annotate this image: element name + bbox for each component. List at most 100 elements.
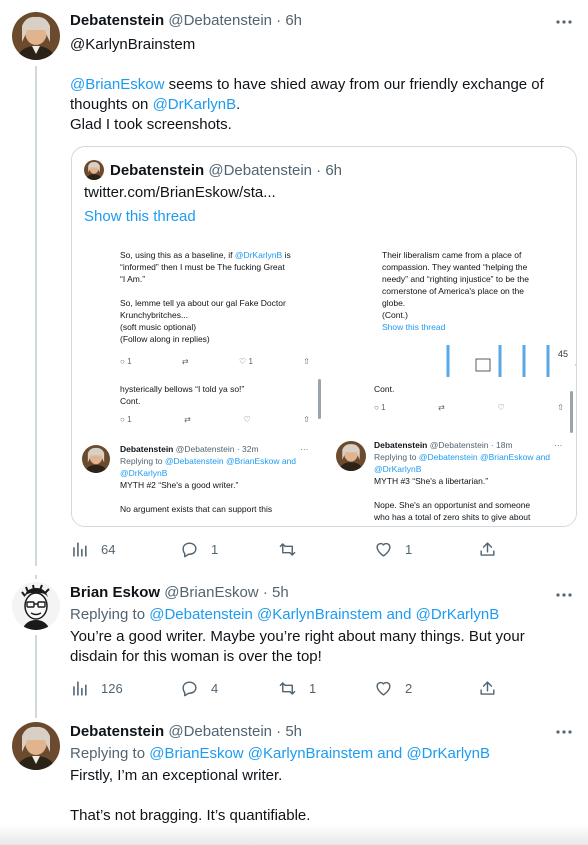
separator: · (316, 161, 322, 179)
author-handle[interactable]: @Debatenstein (168, 12, 272, 29)
tweet-debatenstein-2[interactable]: Debatenstein @Debatenstein · 5h Replying… (0, 710, 588, 845)
scrollbar[interactable] (318, 379, 321, 419)
reply-button[interactable]: 4 (180, 679, 218, 698)
author-handle[interactable]: @BrianEskow (164, 584, 258, 601)
views-button[interactable]: 64 (70, 540, 115, 559)
text-line: (Follow along in replies) (120, 334, 210, 344)
thread-line (35, 635, 37, 715)
mini-retweet-icon: ⇄ (181, 357, 189, 366)
mention-link[interactable]: @KarlynBrainstem (70, 35, 578, 55)
mini-retweet-icon: ⇄ (438, 403, 445, 412)
avatar-debatenstein[interactable] (12, 722, 60, 770)
text-span: is (282, 250, 291, 260)
avatar-brian-eskow[interactable] (12, 582, 60, 630)
screenshot-right-top[interactable]: Their liberalism came from a place of co… (326, 237, 576, 377)
reply-mentions[interactable]: @BrianEskow @KarlynBrainstem and @DrKarl… (149, 745, 490, 762)
more-icon[interactable] (554, 722, 574, 742)
replying-label: Replying to (70, 745, 150, 762)
quoted-tweet[interactable]: Debatenstein @Debatenstein · 6h twitter.… (71, 146, 577, 527)
bottom-fade (0, 825, 588, 845)
mini-actions: ○ 1 ⇄ ♡ 1 ⇧ (120, 357, 310, 366)
author-name[interactable]: Debatenstein (70, 723, 164, 740)
like-count: 2 (405, 681, 413, 696)
timestamp[interactable]: 5h (285, 723, 302, 740)
share-icon (480, 542, 495, 556)
retweet-icon (279, 682, 296, 695)
share-button[interactable] (478, 540, 497, 559)
text-line: No argument exists that can support this (120, 504, 273, 514)
text-line: MYTH #3 “She's a libertarian.” (374, 476, 489, 486)
tweet-header: Debatenstein @Debatenstein · 6h (70, 11, 578, 31)
thread-line (35, 66, 37, 566)
tweet-text: @BrianEskow seems to have shied away fro… (70, 75, 578, 115)
quoted-url[interactable]: twitter.com/BrianEskow/sta... (84, 183, 276, 203)
reply-count: 1 (211, 542, 219, 557)
views-count: 64 (101, 542, 116, 557)
mini-like-icon: ♡ (243, 415, 251, 424)
mini-retweet-icon: ⇄ (184, 415, 191, 424)
mention-link[interactable]: @BrianEskow (70, 76, 164, 93)
avatar-debatenstein[interactable] (12, 12, 60, 60)
screenshot-right-bottom[interactable]: Debatenstein @Debatenstein · 18m Replyin… (326, 433, 576, 526)
text-line: hysterically bellows “I told ya so!” (120, 384, 245, 394)
timestamp[interactable]: 5h (272, 584, 289, 601)
like-button[interactable]: 1 (374, 540, 412, 559)
timestamp[interactable]: 6h (285, 12, 302, 29)
retweet-button[interactable] (278, 540, 309, 559)
comic-image: 45 (446, 345, 576, 377)
tweet-actions: 64 1 1 (70, 540, 500, 560)
screenshot-grid[interactable]: So, using this as a baseline, if @DrKarl… (72, 237, 576, 526)
author-handle[interactable]: @Debatenstein (168, 723, 272, 740)
separator: · (262, 584, 268, 601)
quoted-author-handle: @Debatenstein (208, 161, 312, 179)
text-span: Replying to (374, 452, 419, 462)
comic-number: 45 (558, 349, 568, 359)
views-icon (73, 681, 87, 696)
retweet-button[interactable]: 1 (278, 679, 316, 698)
show-thread-link[interactable]: Show this thread (84, 207, 196, 227)
screenshot-left-top[interactable]: So, using this as a baseline, if @DrKarl… (72, 237, 324, 377)
retweet-icon (279, 543, 296, 556)
views-button[interactable]: 126 (70, 679, 123, 698)
tweet-text-line: That’s not bragging. It’s quantifiable. (70, 807, 311, 824)
text-line: compassion. They wanted “helping the (382, 262, 528, 272)
like-icon (376, 681, 391, 696)
text-line: “informed” then I must be The fucking Gr… (120, 262, 285, 272)
reply-button[interactable]: 1 (180, 540, 218, 559)
more-icon[interactable] (554, 585, 574, 605)
separator: · (276, 12, 282, 29)
separator: · (276, 723, 282, 740)
text-line: “I Am.” (120, 274, 146, 284)
replying-to: Replying to @BrianEskow @KarlynBrainstem… (70, 744, 578, 764)
avatar-debatenstein-small (84, 160, 104, 180)
mention-link: @DrKarlynB (234, 250, 283, 260)
more-icon[interactable] (554, 12, 574, 32)
quoted-header: Debatenstein @Debatenstein · 6h (84, 159, 342, 181)
mention-link[interactable]: @DrKarlynB (153, 96, 237, 113)
like-button[interactable]: 2 (374, 679, 412, 698)
author-name[interactable]: Brian Eskow (70, 584, 160, 601)
text-line: (soft music optional) (120, 322, 197, 332)
mini-more-icon: ··· (554, 440, 563, 450)
mini-meta: @Debatenstein · 32m (175, 444, 259, 454)
reply-icon (182, 542, 197, 558)
tweet-text: You’re a good writer. Maybe you’re right… (70, 628, 525, 665)
text-line: Krunchybritches... (120, 310, 189, 320)
reply-mentions[interactable]: @Debatenstein @KarlynBrainstem and @DrKa… (149, 606, 499, 623)
tweet-brian-eskow[interactable]: Brian Eskow @BrianEskow · 5h Replying to… (0, 575, 588, 715)
mini-like-icon: ♡ 1 (239, 357, 253, 366)
text-line: Nope. She's an opportunist and someone (374, 500, 531, 510)
screenshot-left-bottom[interactable]: Debatenstein @Debatenstein · 32m Replyin… (72, 437, 324, 526)
share-icon (480, 681, 495, 695)
screenshot-left-mid[interactable]: hysterically bellows “I told ya so!” Con… (72, 379, 324, 433)
mini-actions: ○ 1 ⇄ ♡ ⇧ (120, 415, 310, 424)
scrollbar[interactable] (570, 391, 573, 433)
author-name[interactable]: Debatenstein (70, 12, 164, 29)
mini-actions: ○ 1 ⇄ ♡ ⇧ (374, 403, 564, 412)
text-line: who has a total of zero shits to give ab… (374, 512, 531, 522)
screenshot-right-mid[interactable]: Cont. ○ 1 ⇄ ♡ ⇧ (326, 379, 576, 433)
share-button[interactable] (478, 679, 497, 698)
replying-label: Replying to (70, 606, 150, 623)
thread-line (35, 575, 37, 579)
tweet-debatenstein-1[interactable]: Debatenstein @Debatenstein · 6h @KarlynB… (0, 0, 588, 575)
